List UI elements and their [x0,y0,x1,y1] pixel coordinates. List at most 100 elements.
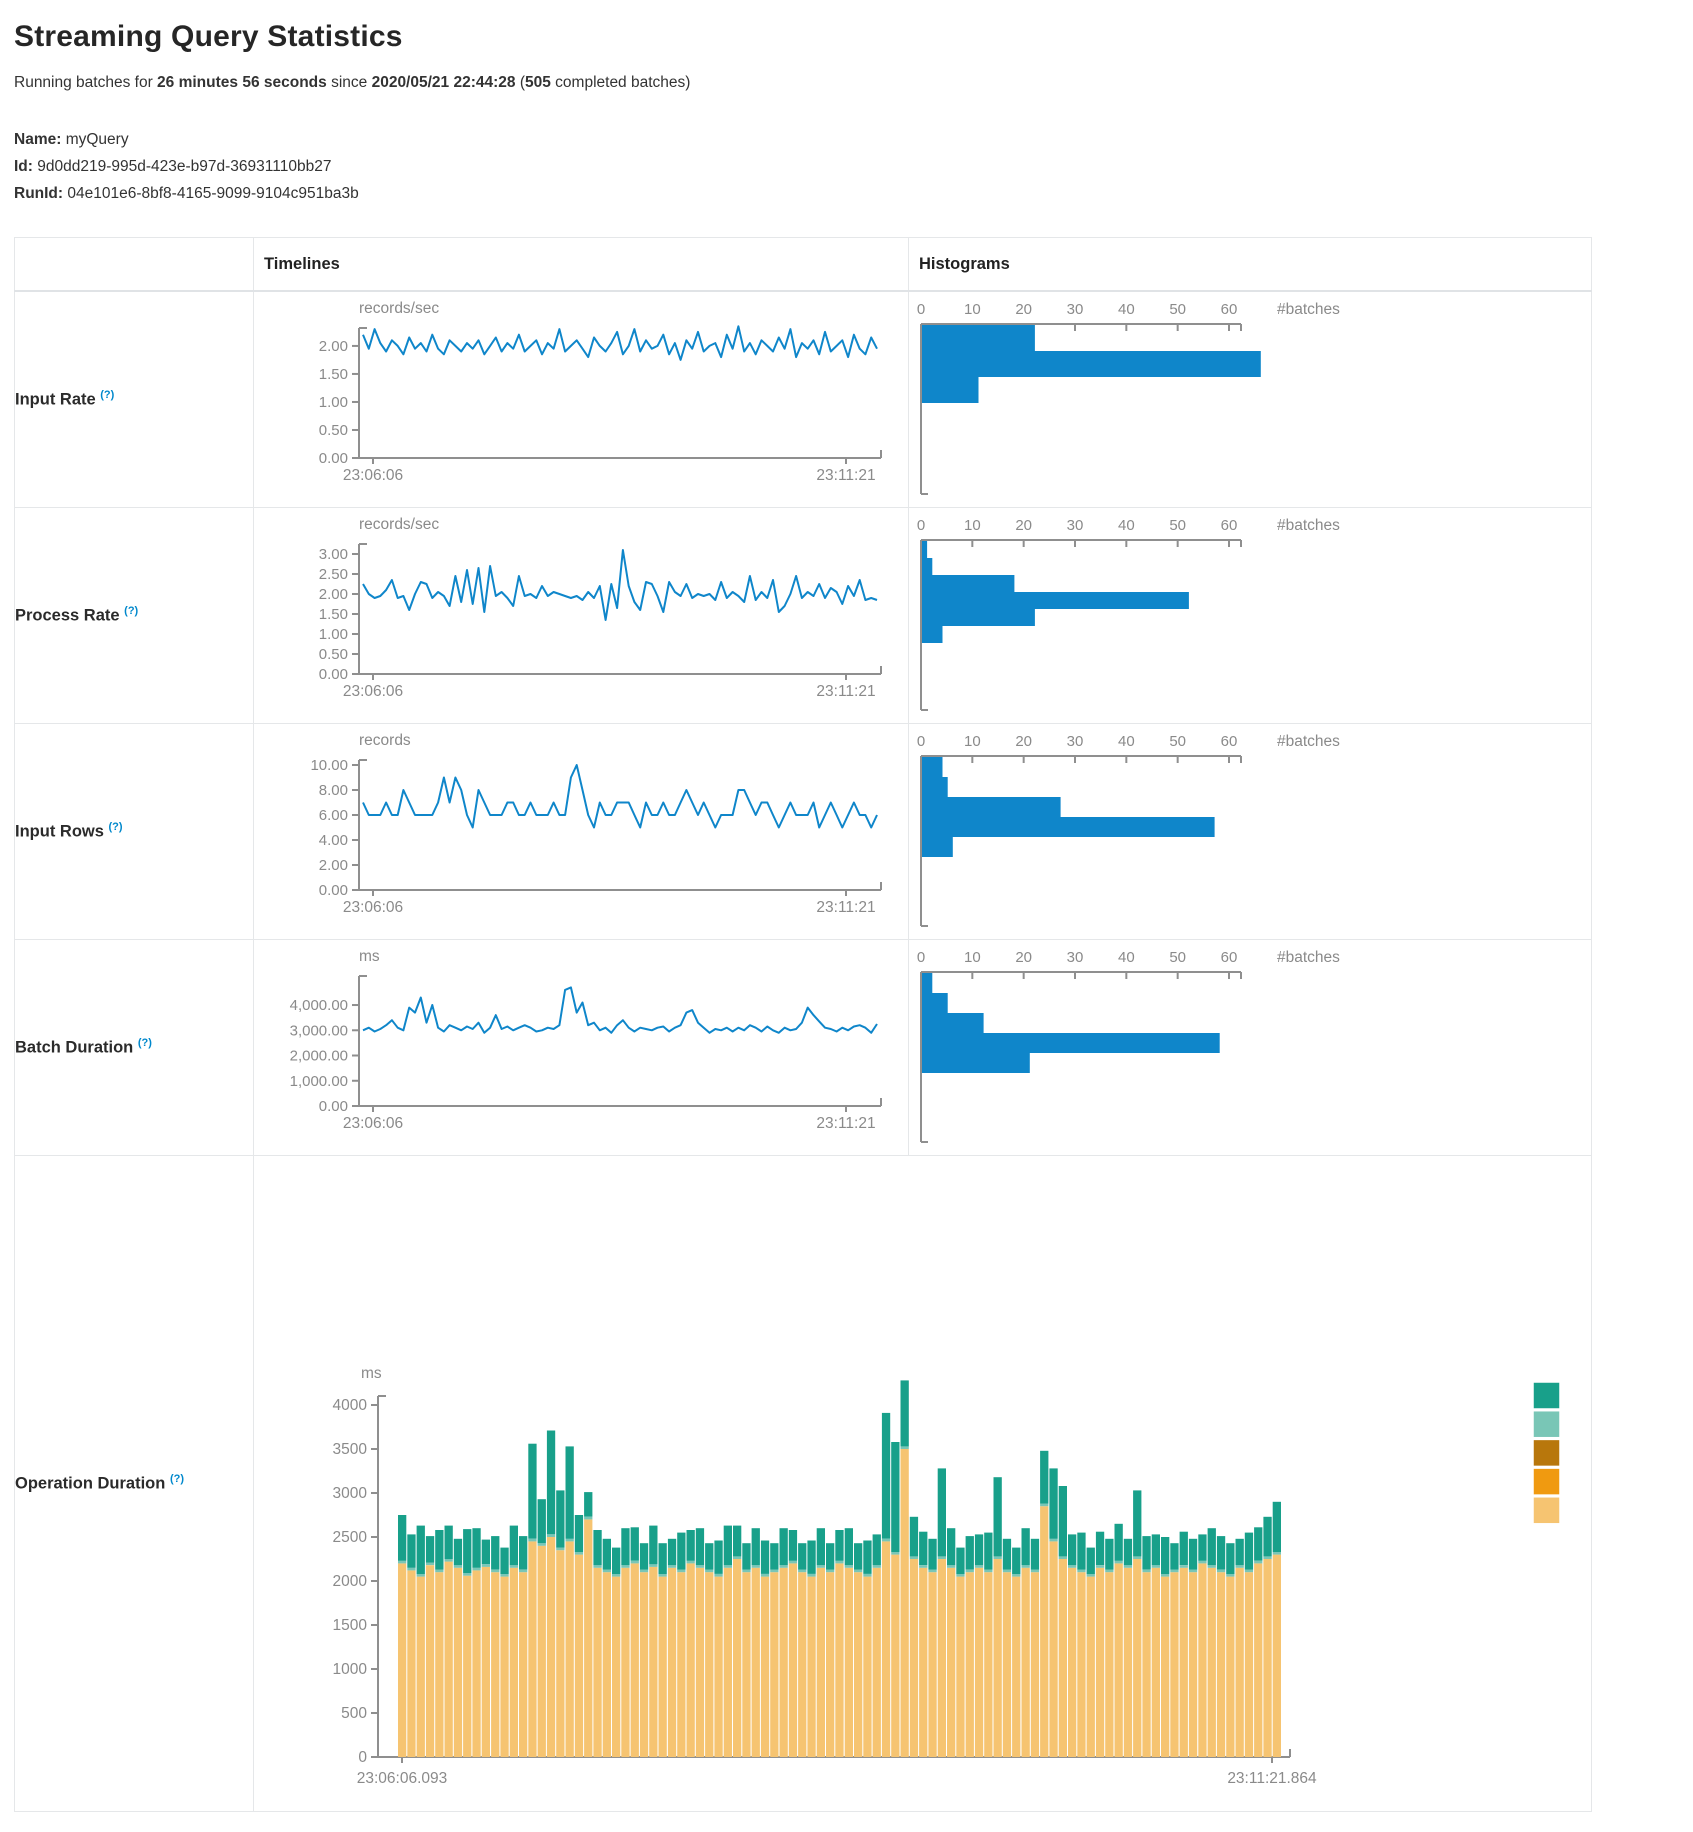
x-tick-label: 0 [917,301,925,318]
stacked-bar-segment [873,1565,881,1568]
stacked-bar-segment [780,1565,788,1568]
stacked-bar-segment [901,1446,909,1449]
stacked-bar-segment [1124,1539,1132,1565]
y-tick-label: 4.00 [319,832,348,849]
x-tick-label: 20 [1015,301,1032,318]
help-icon[interactable]: (?) [109,821,123,833]
stacked-bar-segment [705,1570,713,1573]
stacked-bar-segment [1152,1568,1160,1757]
help-icon[interactable]: (?) [124,605,138,617]
help-icon[interactable]: (?) [100,389,114,401]
axis-title: #batches [1277,301,1340,318]
stacked-bar-segment [966,1536,974,1569]
x-axis-label: 23:06:06 [343,467,403,484]
stacked-bar-segment [938,1468,946,1556]
help-icon[interactable]: (?) [138,1037,152,1049]
stacked-bar-segment [1198,1534,1206,1560]
stacked-bar-segment [1236,1568,1244,1757]
timeline-line [363,987,877,1032]
stacked-bar-segment [1096,1532,1104,1565]
histogram-bar [922,377,979,403]
histogram-svg: 0102030405060#batches [909,724,1590,939]
stacked-bar-segment [1161,1537,1169,1574]
stacked-bar-segment [593,1568,601,1757]
x-tick-label: 30 [1067,949,1084,966]
stacked-bar-segment [1170,1572,1178,1757]
y-tick-label: 500 [341,1705,367,1722]
stacked-bar-segment [1142,1572,1150,1757]
stacked-bar-segment [640,1572,648,1757]
stacked-bar-segment [398,1515,406,1561]
row-label-text: Operation Duration [15,1475,165,1493]
x-axis: 0102030405060 [917,733,1241,763]
x-tick-label: 50 [1169,301,1186,318]
stacked-bar-segment [1142,1536,1150,1569]
stacked-bar-segment [789,1530,797,1561]
x-tick-label: 20 [1015,733,1032,750]
stacked-bar-segment [752,1565,760,1568]
stacked-bar-segment [845,1568,853,1757]
x-tick-label: 10 [964,733,981,750]
stacked-bar-segment [1049,1468,1057,1538]
stacked-bar-segment [1096,1568,1104,1757]
stacked-bar-segment [798,1570,806,1573]
table-row-process-rate: Process Rate (?) records/sec0.000.501.00… [15,508,1592,724]
x-axis: 23:06:0623:11:21 [343,1098,881,1132]
stacked-bar-segment [966,1570,974,1573]
help-icon[interactable]: (?) [170,1473,184,1485]
stacked-bar-segment [491,1536,499,1569]
stacked-bar-segment [789,1563,797,1757]
stacked-bar-segment [566,1446,574,1538]
stacked-bar-svg: ms0500100015002000250030003500400023:06:… [254,1156,1590,1811]
stacked-bar-segment [1077,1572,1085,1757]
stacked-bar-segment [901,1449,909,1757]
stacked-bar-segment [407,1570,415,1757]
stacked-bar-segment [928,1570,936,1573]
stacked-bar-segment [984,1570,992,1573]
stacked-bar-segment [975,1565,983,1568]
table-header-row: Timelines Histograms [15,238,1592,292]
stacked-bar-segment [649,1564,657,1567]
stacked-bar-segment [1040,1504,1048,1507]
stacked-bar-segment [640,1543,648,1569]
stacked-bar-segment [835,1530,843,1561]
stacked-bar-segment [975,1568,983,1757]
stacked-bar-segment [1077,1533,1085,1570]
stacked-bar-segment [994,1477,1002,1556]
stacked-bar-segment [445,1559,453,1562]
stacked-bar-segment [454,1565,462,1568]
stacked-bar-segment [472,1568,480,1571]
stacked-bar-segment [687,1530,695,1561]
stacked-bar-segment [547,1534,555,1537]
stacked-bar-segment [1087,1577,1095,1757]
x-axis-label: 23:11:21 [816,467,875,484]
stacked-bar-segment [910,1559,918,1757]
x-tick-label: 60 [1221,733,1238,750]
y-tick-label: 0.50 [319,422,348,439]
batch-duration-timeline-chart: ms0.001,000.002,000.003,000.004,000.0023… [254,940,908,1155]
stacked-bar-segment [1124,1568,1132,1757]
histogram-bar [922,757,943,777]
stacked-bar-segment [780,1528,788,1565]
stacked-bar-segment [1170,1543,1178,1569]
stacked-bar-segment [1273,1555,1281,1757]
stacked-bar-segment [854,1572,862,1757]
stacked-bar-segment [789,1561,797,1564]
query-info: Name: myQuery Id: 9d0dd219-995d-423e-b97… [14,126,1693,207]
stacked-bar-segment [770,1570,778,1573]
histogram-bar [922,609,1035,626]
x-tick-label: 20 [1015,517,1032,534]
stacked-bar-segment [919,1568,927,1757]
stacked-bar-segment [947,1568,955,1757]
summary-duration: 26 minutes 56 seconds [157,74,327,91]
stacked-bar-segment [1068,1568,1076,1757]
stacked-bar-segment [1105,1570,1113,1573]
axis-title: #batches [1277,517,1340,534]
stacked-bar-segment [445,1526,453,1559]
y-axis: 0.000.501.001.502.00 [319,328,367,467]
stacked-bar-segment [668,1568,676,1757]
stacked-bar-segment [528,1539,536,1542]
stacked-bar-segment [519,1572,527,1757]
stacked-bar-segment [1226,1577,1234,1757]
stacked-bar-segment [1245,1533,1253,1570]
